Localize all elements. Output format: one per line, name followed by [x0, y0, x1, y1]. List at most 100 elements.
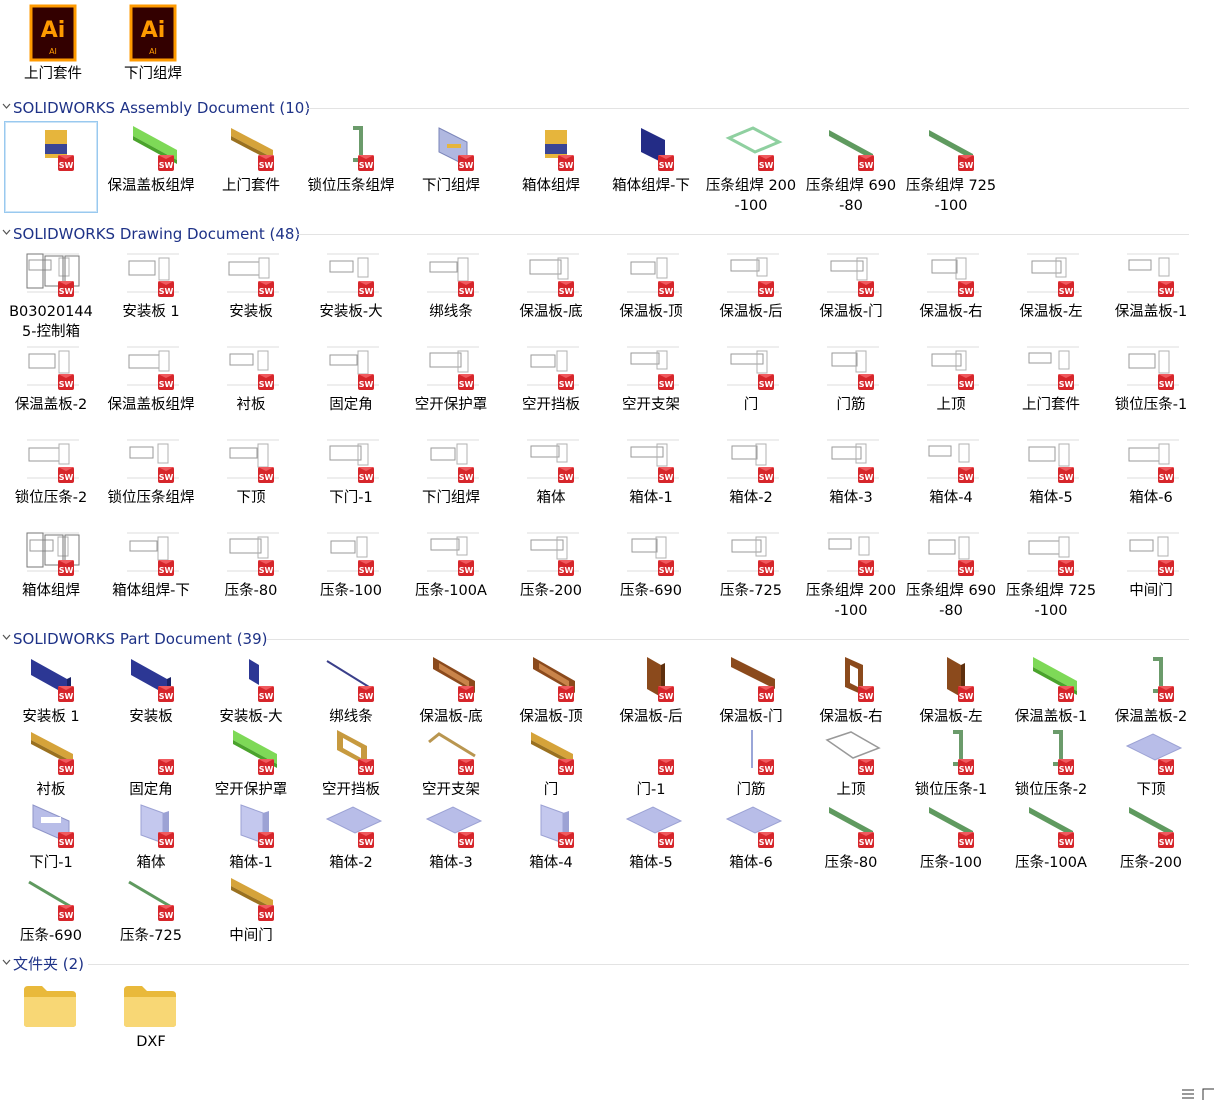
file-item[interactable]: SW 压条-690 — [5, 872, 97, 946]
file-item[interactable]: SW 箱体组焊-下 — [105, 527, 197, 601]
file-item[interactable]: SW 箱体-3 — [405, 799, 497, 873]
file-item[interactable]: SW 下门-1 — [305, 434, 397, 508]
file-item[interactable]: SW 保温板-底 — [505, 248, 597, 322]
file-item[interactable]: SW 箱体-4 — [905, 434, 997, 508]
group-header-part[interactable]: SOLIDWORKS Part Document (39) — [0, 627, 1203, 651]
file-item[interactable]: SW 箱体 — [105, 799, 197, 873]
file-item[interactable]: SW 保温板-右 — [905, 248, 997, 322]
file-item[interactable]: SW 中间门 — [205, 872, 297, 946]
file-item[interactable]: SW 保温板-右 — [805, 653, 897, 727]
file-item[interactable]: SW 保温盖板组焊 — [105, 122, 197, 196]
file-item[interactable]: SW 压条-100 — [905, 799, 997, 873]
file-item[interactable]: SW 箱体组焊-下 — [605, 122, 697, 196]
file-item[interactable]: SW 箱体组焊 — [505, 122, 597, 196]
file-item[interactable]: SW 衬板 — [205, 341, 297, 415]
file-item[interactable]: SW 保温板-左 — [1005, 248, 1097, 322]
file-item[interactable]: SW 压条-100A — [405, 527, 497, 601]
file-item[interactable]: SW 上门套件 — [1005, 341, 1097, 415]
file-item[interactable]: SW 上门套件 — [205, 122, 297, 196]
file-item[interactable]: SW 压条-200 — [505, 527, 597, 601]
file-item[interactable]: SW 保温板-底 — [405, 653, 497, 727]
file-item[interactable]: SW 箱体-1 — [205, 799, 297, 873]
file-item[interactable]: SW 空开保护罩 — [205, 726, 297, 800]
file-item[interactable]: SW 空开挡板 — [505, 341, 597, 415]
file-item[interactable]: SW 固定角 — [105, 726, 197, 800]
file-item[interactable]: SW 锁位压条组焊 — [105, 434, 197, 508]
file-item[interactable]: SW 上顶 — [805, 726, 897, 800]
file-item[interactable]: SW 锁位压条组焊 — [305, 122, 397, 196]
file-item[interactable]: SW 压条组焊 690-80 — [805, 122, 897, 216]
details-view-icon[interactable] — [1181, 1087, 1195, 1101]
file-item[interactable]: SW — [4, 121, 98, 213]
file-item[interactable]: SW 压条-725 — [705, 527, 797, 601]
file-item[interactable]: SW 压条-100A — [1005, 799, 1097, 873]
file-item[interactable]: SW 箱体-6 — [1105, 434, 1197, 508]
file-item[interactable]: SW 门 — [505, 726, 597, 800]
file-item[interactable]: SW 下门组焊 — [405, 122, 497, 196]
file-item[interactable]: SW 固定角 — [305, 341, 397, 415]
file-item[interactable]: SW 保温盖板-2 — [5, 341, 97, 415]
file-item[interactable]: SW 门筋 — [705, 726, 797, 800]
file-item[interactable]: SW 箱体 — [505, 434, 597, 508]
folder-item[interactable]: DXF — [105, 978, 197, 1052]
file-item[interactable]: SW 安装板-大 — [305, 248, 397, 322]
file-item[interactable]: SW 保温板-左 — [905, 653, 997, 727]
file-item[interactable]: SW 箱体-4 — [505, 799, 597, 873]
file-item[interactable]: SW 保温盖板-1 — [1005, 653, 1097, 727]
file-item[interactable]: SW 压条组焊 200-100 — [805, 527, 897, 621]
folder-item[interactable] — [5, 978, 97, 1032]
file-item[interactable]: SW 保温板-门 — [805, 248, 897, 322]
large-icons-view-icon[interactable] — [1201, 1087, 1215, 1101]
file-item[interactable]: SW 保温板-后 — [705, 248, 797, 322]
file-item[interactable]: SW 下门-1 — [5, 799, 97, 873]
file-item[interactable]: SW 保温板-后 — [605, 653, 697, 727]
file-item[interactable]: SW 保温板-顶 — [505, 653, 597, 727]
file-item[interactable]: SW 上顶 — [905, 341, 997, 415]
file-item[interactable]: SW 压条-690 — [605, 527, 697, 601]
file-item[interactable]: SW 下顶 — [205, 434, 297, 508]
file-item[interactable]: SW 下顶 — [1105, 726, 1197, 800]
file-item[interactable]: SW 安装板 — [105, 653, 197, 727]
file-item[interactable]: SW 空开支架 — [405, 726, 497, 800]
file-item[interactable]: SW 锁位压条-2 — [1005, 726, 1097, 800]
file-item[interactable]: SW 压条组焊 690-80 — [905, 527, 997, 621]
file-item[interactable]: SW 锁位压条-2 — [5, 434, 97, 508]
file-item[interactable]: SW 箱体组焊 — [5, 527, 97, 601]
file-item[interactable]: SW 安装板 1 — [105, 248, 197, 322]
file-item[interactable]: SW 锁位压条-1 — [1105, 341, 1197, 415]
file-item[interactable]: SW 绑线条 — [405, 248, 497, 322]
file-item[interactable]: SW 压条-80 — [205, 527, 297, 601]
file-item[interactable]: SW 箱体-3 — [805, 434, 897, 508]
file-item[interactable]: SW 锁位压条-1 — [905, 726, 997, 800]
file-item[interactable]: SW 绑线条 — [305, 653, 397, 727]
file-item[interactable]: SW 安装板-大 — [205, 653, 297, 727]
group-header-folder[interactable]: 文件夹 (2) — [0, 952, 1203, 976]
file-item[interactable]: SW 压条-100 — [305, 527, 397, 601]
file-item[interactable]: SW 空开支架 — [605, 341, 697, 415]
group-header-assembly[interactable]: SOLIDWORKS Assembly Document (10) — [0, 96, 1203, 120]
file-item[interactable]: SW 压条组焊 725-100 — [905, 122, 997, 216]
file-item[interactable]: SW 压条-725 — [105, 872, 197, 946]
file-item[interactable]: SW 箱体-5 — [605, 799, 697, 873]
file-item[interactable]: SW 箱体-2 — [705, 434, 797, 508]
file-item[interactable]: Ai AI 上门套件 — [7, 4, 99, 84]
file-item[interactable]: SW 门 — [705, 341, 797, 415]
file-item[interactable]: SW 安装板 — [205, 248, 297, 322]
group-header-drawing[interactable]: SOLIDWORKS Drawing Document (48) — [0, 222, 1203, 246]
file-item[interactable]: SW 空开挡板 — [305, 726, 397, 800]
file-item[interactable]: SW 箱体-6 — [705, 799, 797, 873]
file-item[interactable]: SW 空开保护罩 — [405, 341, 497, 415]
file-item[interactable]: SW 压条组焊 200-100 — [705, 122, 797, 216]
file-item[interactable]: SW 压条-200 — [1105, 799, 1197, 873]
file-item[interactable]: SW 保温盖板-1 — [1105, 248, 1197, 322]
file-item[interactable]: SW 箱体-2 — [305, 799, 397, 873]
file-item[interactable]: SW 下门组焊 — [405, 434, 497, 508]
file-item[interactable]: SW 衬板 — [5, 726, 97, 800]
file-item[interactable]: Ai AI 下门组焊 — [107, 4, 199, 84]
file-item[interactable]: SW 保温盖板组焊 — [105, 341, 197, 415]
file-item[interactable]: SW 保温盖板-2 — [1105, 653, 1197, 727]
file-item[interactable]: SW 箱体-5 — [1005, 434, 1097, 508]
file-item[interactable]: SW 压条组焊 725-100 — [1005, 527, 1097, 621]
file-item[interactable]: SW 门筋 — [805, 341, 897, 415]
file-item[interactable]: SW 中间门 — [1105, 527, 1197, 601]
